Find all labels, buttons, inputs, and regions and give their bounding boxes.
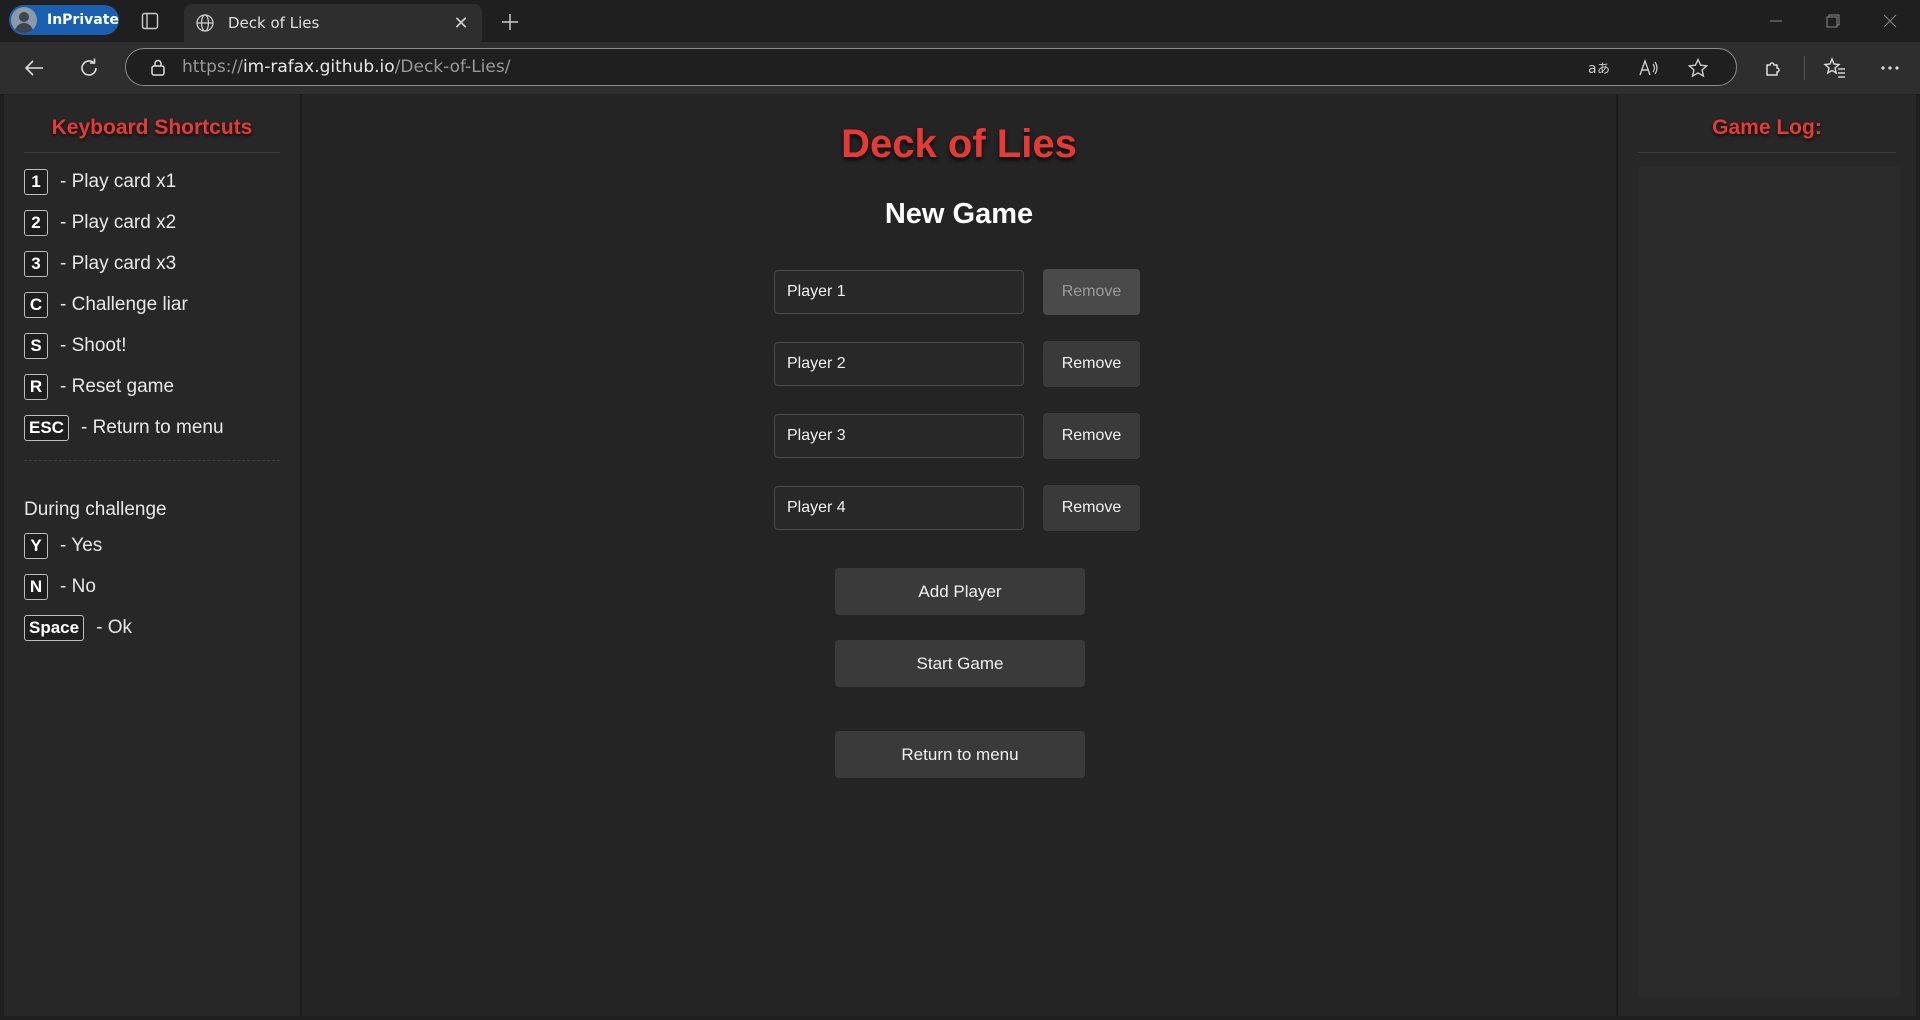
inprivate-label: InPrivate <box>47 12 119 28</box>
lock-icon[interactable] <box>148 57 168 77</box>
minimize-icon[interactable] <box>1753 6 1799 36</box>
shortcut-item: 3 - Play card x3 <box>24 243 300 284</box>
url-text[interactable]: https://im-rafax.github.io/Deck-of-Lies/ <box>182 57 510 77</box>
remove-player-button[interactable]: Remove <box>1043 413 1140 459</box>
key-badge: S <box>24 332 48 359</box>
tab-close-icon[interactable]: ✕ <box>448 10 474 36</box>
globe-icon <box>194 12 216 34</box>
shortcuts-title: Keyboard Shortcuts <box>51 116 253 139</box>
key-badge: N <box>24 573 48 600</box>
shortcuts-dashed-divider <box>24 460 280 461</box>
shortcut-item: 1 - Play card x1 <box>24 161 300 202</box>
close-window-icon[interactable] <box>1867 6 1913 36</box>
shortcut-label: - Challenge liar <box>60 293 188 315</box>
key-badge: C <box>24 291 48 318</box>
shortcut-label: - Shoot! <box>60 334 127 356</box>
shortcuts-divider <box>24 152 280 153</box>
game-setup-area: Deck of Lies New Game Remove Remove Remo… <box>304 94 1614 1016</box>
shortcut-label: - No <box>60 575 96 597</box>
favorites-icon[interactable] <box>1821 54 1849 82</box>
shortcut-label: - Return to menu <box>80 416 224 438</box>
url-path: /Deck-of-Lies/ <box>394 57 511 77</box>
return-to-menu-button[interactable]: Return to menu <box>835 731 1085 778</box>
shortcut-item: 2 - Play card x2 <box>24 202 300 243</box>
restore-icon[interactable] <box>1810 6 1856 36</box>
challenge-heading: During challenge <box>24 499 167 520</box>
shortcut-label: - Reset game <box>60 375 175 397</box>
key-badge: 2 <box>24 209 48 236</box>
remove-player-button[interactable]: Remove <box>1043 485 1140 531</box>
more-options-icon[interactable] <box>1876 54 1904 82</box>
shortcut-item: C - Challenge liar <box>24 284 300 325</box>
url-host: im-rafax.github.io <box>242 57 395 77</box>
url-scheme: https:// <box>182 57 243 77</box>
shortcut-label: - Play card x2 <box>60 211 177 233</box>
player-name-input[interactable] <box>774 342 1024 386</box>
keyboard-shortcuts-panel: Keyboard Shortcuts 1 - Play card x1 2 - Pl… <box>4 94 302 1016</box>
challenge-shortcut-item: Y - Yes <box>24 525 300 566</box>
new-game-heading: New Game <box>884 198 1034 230</box>
new-tab-icon[interactable] <box>496 8 524 36</box>
shortcut-item: S - Shoot! <box>24 325 300 366</box>
address-bar[interactable]: https://im-rafax.github.io/Deck-of-Lies/… <box>125 48 1737 86</box>
toolbar-separator <box>1804 56 1805 80</box>
game-log-area[interactable] <box>1638 166 1900 998</box>
game-log-panel: Game Log: <box>1616 94 1916 1016</box>
add-player-button[interactable]: Add Player <box>835 568 1085 615</box>
page-content: Keyboard Shortcuts 1 - Play card x1 2 - Pl… <box>4 94 1916 1016</box>
shortcut-label: - Ok <box>96 616 132 638</box>
key-badge: Space <box>24 614 85 641</box>
player-name-input[interactable] <box>774 414 1024 458</box>
shortcut-label: - Play card x1 <box>60 170 177 192</box>
shortcut-item: ESC - Return to menu <box>24 407 300 448</box>
key-badge: R <box>24 373 48 400</box>
challenge-shortcut-item: Space - Ok <box>24 607 300 648</box>
tab-title: Deck of Lies <box>228 14 320 32</box>
key-badge: 1 <box>24 168 48 195</box>
key-badge: Y <box>24 532 48 559</box>
svg-text:a: a <box>1588 61 1597 77</box>
back-icon[interactable] <box>20 54 48 82</box>
browser-toolbar: https://im-rafax.github.io/Deck-of-Lies/… <box>0 42 1920 94</box>
game-log-divider <box>1638 152 1896 153</box>
shortcut-item: R - Reset game <box>24 366 300 407</box>
inprivate-badge[interactable]: InPrivate <box>9 5 119 35</box>
player-name-input[interactable] <box>774 270 1024 314</box>
key-badge: ESC <box>24 414 69 441</box>
tab-deck-of-lies[interactable]: Deck of Lies ✕ <box>184 4 482 42</box>
favorite-star-icon[interactable] <box>1687 57 1709 79</box>
key-badge: 3 <box>24 250 48 277</box>
remove-player-button[interactable]: Remove <box>1043 341 1140 387</box>
start-game-button[interactable]: Start Game <box>835 640 1085 687</box>
browser-titlebar: InPrivate Deck of Lies ✕ <box>0 0 1920 42</box>
extensions-icon[interactable] <box>1760 54 1788 82</box>
profile-avatar-icon <box>11 7 37 33</box>
svg-text:あ: あ <box>1597 62 1610 77</box>
remove-player-button[interactable]: Remove <box>1043 269 1140 315</box>
refresh-icon[interactable] <box>75 54 103 82</box>
challenge-shortcut-item: N - No <box>24 566 300 607</box>
tab-actions-icon[interactable] <box>139 10 161 32</box>
read-aloud-icon[interactable] <box>1638 57 1660 79</box>
game-title: Deck of Lies <box>841 122 1077 166</box>
shortcut-list: 1 - Play card x1 2 - Play card x2 3 - Play … <box>4 161 300 448</box>
game-log-title: Game Log: <box>1712 116 1822 139</box>
shortcut-label: - Yes <box>60 534 103 556</box>
player-name-input[interactable] <box>774 486 1024 530</box>
shortcut-label: - Play card x3 <box>60 252 177 274</box>
translate-icon[interactable]: aあ <box>1588 57 1610 79</box>
